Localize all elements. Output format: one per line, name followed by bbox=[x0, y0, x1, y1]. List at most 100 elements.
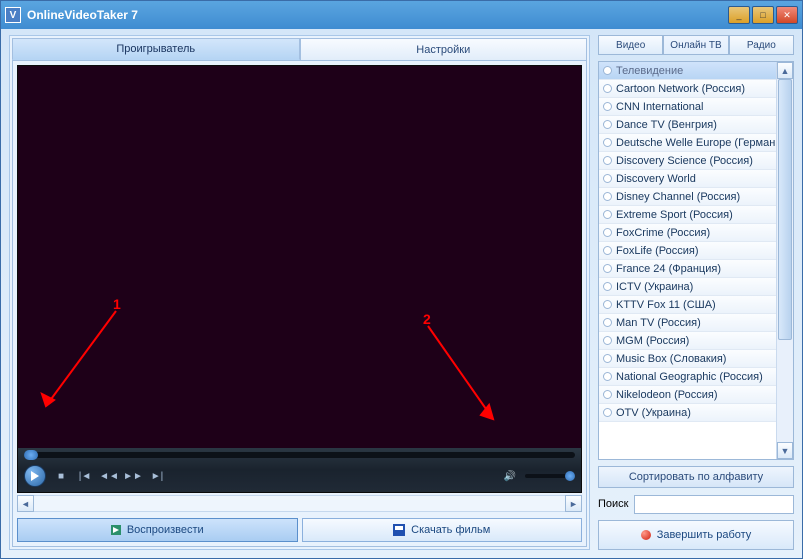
search-input[interactable] bbox=[634, 495, 794, 514]
vscrollbar[interactable]: ▲ ▼ bbox=[776, 62, 793, 459]
list-item[interactable]: Телевидение bbox=[599, 62, 776, 80]
hscroll-right-icon[interactable]: ► bbox=[565, 495, 582, 512]
quit-label: Завершить работу bbox=[657, 529, 752, 541]
list-item[interactable]: CNN International bbox=[599, 98, 776, 116]
volume-slider[interactable] bbox=[525, 474, 575, 478]
list-item[interactable]: National Geographic (Россия) bbox=[599, 368, 776, 386]
video-area[interactable]: 1 2 bbox=[18, 66, 581, 448]
channel-listbox: Телевидение Cartoon Network (Россия) CNN I… bbox=[598, 61, 794, 460]
save-icon bbox=[393, 524, 405, 536]
list-item[interactable]: KTTV Fox 11 (США) bbox=[599, 296, 776, 314]
tab-settings[interactable]: Настройки bbox=[300, 38, 588, 60]
radio-icon bbox=[603, 318, 612, 327]
tab-player[interactable]: Проигрыватель bbox=[12, 38, 300, 60]
tab-radio[interactable]: Радио bbox=[729, 35, 794, 54]
list-item[interactable]: France 24 (Франция) bbox=[599, 260, 776, 278]
channel-label: Dance TV (Венгрия) bbox=[616, 119, 717, 131]
close-button[interactable]: ✕ bbox=[776, 6, 798, 24]
channel-label: Cartoon Network (Россия) bbox=[616, 83, 745, 95]
channel-label: KTTV Fox 11 (США) bbox=[616, 299, 716, 311]
quit-button[interactable]: Завершить работу bbox=[598, 520, 794, 550]
app-icon: V bbox=[5, 7, 21, 23]
tab-video[interactable]: Видео bbox=[598, 35, 663, 54]
play-action-label: Воспроизвести bbox=[127, 524, 204, 536]
minimize-button[interactable]: _ bbox=[728, 6, 750, 24]
channel-label: France 24 (Франция) bbox=[616, 263, 721, 275]
hscrollbar[interactable]: ◄ ► bbox=[17, 495, 582, 512]
hscroll-track[interactable] bbox=[34, 495, 565, 512]
channel-list[interactable]: Телевидение Cartoon Network (Россия) CNN I… bbox=[599, 62, 776, 459]
channel-label: Телевидение bbox=[616, 65, 683, 77]
search-label: Поиск bbox=[598, 498, 628, 510]
prev-button[interactable]: |◄ bbox=[76, 467, 94, 485]
rewind-button[interactable]: ◄◄ bbox=[100, 467, 118, 485]
list-item[interactable]: Discovery World bbox=[599, 170, 776, 188]
client-area: Проигрыватель Настройки 1 2 bbox=[1, 29, 802, 558]
next-button[interactable]: ►| bbox=[148, 467, 166, 485]
arrow-2-icon bbox=[423, 321, 503, 426]
play-action-button[interactable]: Воспроизвести bbox=[17, 518, 298, 542]
radio-icon bbox=[603, 138, 612, 147]
radio-icon bbox=[603, 174, 612, 183]
maximize-button[interactable]: □ bbox=[752, 6, 774, 24]
list-item[interactable]: Music Box (Словакия) bbox=[599, 350, 776, 368]
radio-icon bbox=[603, 66, 612, 75]
vscroll-thumb[interactable] bbox=[778, 79, 792, 340]
play-button[interactable] bbox=[24, 465, 46, 487]
vscroll-track[interactable] bbox=[777, 79, 793, 442]
channel-label: Discovery World bbox=[616, 173, 696, 185]
radio-icon bbox=[603, 264, 612, 273]
channel-label: MGM (Россия) bbox=[616, 335, 689, 347]
list-item[interactable]: FoxCrime (Россия) bbox=[599, 224, 776, 242]
app-title: OnlineVideoTaker 7 bbox=[27, 8, 138, 22]
radio-icon bbox=[603, 336, 612, 345]
seek-thumb[interactable] bbox=[24, 450, 38, 460]
list-item[interactable]: Man TV (Россия) bbox=[599, 314, 776, 332]
radio-icon bbox=[603, 84, 612, 93]
list-item[interactable]: MGM (Россия) bbox=[599, 332, 776, 350]
forward-button[interactable]: ►► bbox=[124, 467, 142, 485]
channel-label: OTV (Украина) bbox=[616, 407, 691, 419]
list-item[interactable]: Cartoon Network (Россия) bbox=[599, 80, 776, 98]
vscroll-up-icon[interactable]: ▲ bbox=[777, 62, 793, 79]
list-item[interactable]: OTV (Украина) bbox=[599, 404, 776, 422]
radio-icon bbox=[603, 408, 612, 417]
search-row: Поиск bbox=[598, 494, 794, 514]
radio-icon bbox=[603, 156, 612, 165]
volume-thumb[interactable] bbox=[565, 471, 575, 481]
seek-bar[interactable] bbox=[24, 452, 575, 458]
vscroll-down-icon[interactable]: ▼ bbox=[777, 442, 793, 459]
hscroll-left-icon[interactable]: ◄ bbox=[17, 495, 34, 512]
list-item[interactable]: Disney Channel (Россия) bbox=[599, 188, 776, 206]
list-item[interactable]: Dance TV (Венгрия) bbox=[599, 116, 776, 134]
radio-icon bbox=[603, 120, 612, 129]
channel-label: Discovery Science (Россия) bbox=[616, 155, 753, 167]
list-item[interactable]: FoxLife (Россия) bbox=[599, 242, 776, 260]
channel-label: National Geographic (Россия) bbox=[616, 371, 763, 383]
list-item[interactable]: Extreme Sport (Россия) bbox=[599, 206, 776, 224]
play-small-icon bbox=[111, 525, 121, 535]
volume-icon[interactable]: 🔊 bbox=[501, 467, 519, 485]
sort-button[interactable]: Сортировать по алфавиту bbox=[598, 466, 794, 488]
channel-label: Nikelodeon (Россия) bbox=[616, 389, 718, 401]
list-item[interactable]: Deutsche Welle Europe (Германия) bbox=[599, 134, 776, 152]
radio-icon bbox=[603, 300, 612, 309]
channel-label: ICTV (Украина) bbox=[616, 281, 693, 293]
right-tabstrip: Видео Онлайн ТВ Радио bbox=[598, 35, 794, 55]
left-pane: Проигрыватель Настройки 1 2 bbox=[9, 35, 590, 550]
play-icon bbox=[31, 471, 39, 481]
channel-label: Disney Channel (Россия) bbox=[616, 191, 740, 203]
radio-icon bbox=[603, 246, 612, 255]
list-item[interactable]: Discovery Science (Россия) bbox=[599, 152, 776, 170]
arrow-1-icon bbox=[38, 306, 123, 416]
tab-online-tv[interactable]: Онлайн ТВ bbox=[663, 35, 728, 54]
right-pane: Видео Онлайн ТВ Радио Телевидение Cartoon… bbox=[598, 35, 794, 550]
list-item[interactable]: ICTV (Украина) bbox=[599, 278, 776, 296]
video-panel: 1 2 bbox=[12, 60, 587, 547]
list-item[interactable]: Nikelodeon (Россия) bbox=[599, 386, 776, 404]
stop-button[interactable]: ■ bbox=[52, 467, 70, 485]
download-button[interactable]: Скачать фильм bbox=[302, 518, 583, 542]
titlebar[interactable]: V OnlineVideoTaker 7 _ □ ✕ bbox=[1, 1, 802, 29]
channel-label: Extreme Sport (Россия) bbox=[616, 209, 733, 221]
main-tabstrip: Проигрыватель Настройки bbox=[12, 38, 587, 60]
